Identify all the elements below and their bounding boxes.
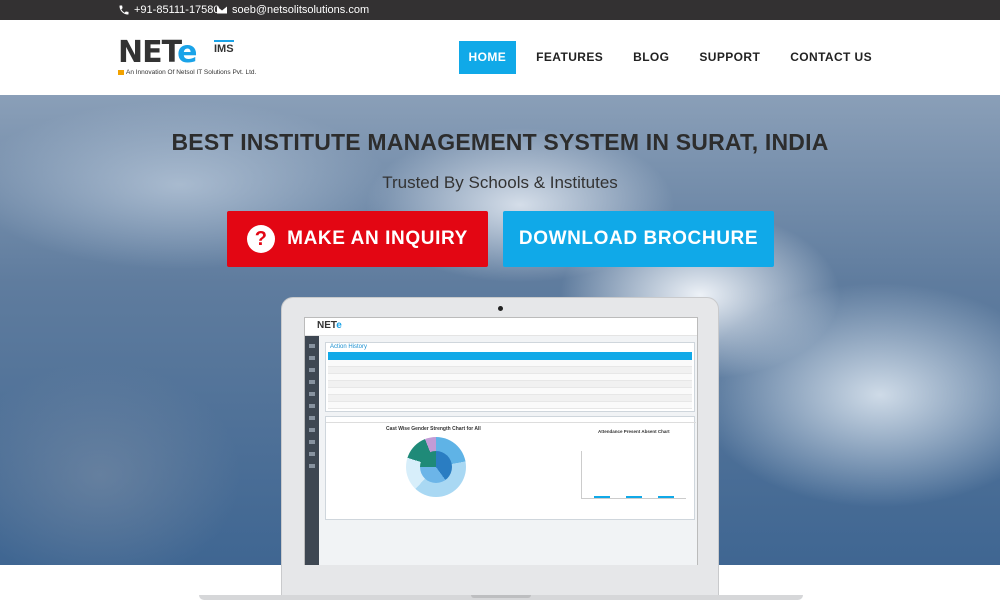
hero-title: BEST INSTITUTE MANAGEMENT SYSTEM IN SURA…	[171, 129, 829, 155]
nav-home[interactable]: HOME	[458, 41, 517, 74]
app-header: NETe	[305, 318, 697, 336]
make-inquiry-button[interactable]: ? MAKE AN INQUIRY	[227, 211, 488, 267]
laptop-bezel-bottom	[281, 565, 719, 595]
question-icon: ?	[247, 225, 276, 253]
laptop-mockup: NETe Action History Cast Wise Gender Str…	[281, 297, 719, 565]
app-logo: NETe	[317, 320, 342, 331]
charts-panel: Cast Wise Gender Strength Chart for All …	[325, 416, 696, 520]
pie-chart-title: Cast Wise Gender Strength Chart for All	[386, 426, 481, 432]
logo-tagline: An Innovation Of Netsol IT Solutions Pvt…	[118, 69, 256, 76]
site-header: NETe IMS An Innovation Of Netsol IT Solu…	[0, 20, 1000, 95]
envelope-icon	[217, 6, 227, 14]
phone-number: +91-85111-17580	[134, 4, 220, 16]
app-sidebar	[305, 336, 319, 565]
hero-section: BEST INSTITUTE MANAGEMENT SYSTEM IN SURA…	[0, 95, 1000, 565]
hero-subtitle: Trusted By Schools & Institutes	[382, 173, 618, 192]
email-address: soeb@netsolitsolutions.com	[232, 4, 370, 16]
phone-icon	[119, 5, 129, 15]
action-history-panel: Action History	[325, 342, 695, 412]
make-inquiry-label: MAKE AN INQUIRY	[287, 228, 468, 249]
laptop-base	[199, 595, 803, 600]
phone-contact[interactable]: +91-85111-17580	[118, 0, 220, 20]
action-history-table	[328, 352, 692, 409]
nav-blog[interactable]: BLOG	[623, 41, 679, 74]
download-brochure-button[interactable]: DOWNLOAD BROCHURE	[503, 211, 774, 267]
logo-ims-text: IMS	[214, 40, 234, 55]
attendance-bar-chart	[581, 451, 686, 499]
logo-mark: NETe	[118, 35, 197, 70]
app-main: Action History Cast Wise Gender Strength…	[319, 336, 697, 565]
gender-pie-inner	[420, 451, 452, 483]
email-contact[interactable]: soeb@netsolitsolutions.com	[216, 0, 369, 20]
top-contact-bar: +91-85111-17580 soeb@netsolitsolutions.c…	[0, 0, 1000, 20]
main-nav: HOME FEATURES BLOG SUPPORT CONTACT US	[449, 41, 882, 74]
nav-features[interactable]: FEATURES	[526, 41, 613, 74]
nav-contact-us[interactable]: CONTACT US	[780, 41, 882, 74]
app-screenshot: NETe Action History Cast Wise Gender Str…	[304, 317, 698, 565]
bar-chart-title: Attendance Present Absent Chart	[598, 429, 670, 434]
nav-support[interactable]: SUPPORT	[689, 41, 770, 74]
webcam-icon	[498, 306, 503, 311]
action-history-title: Action History	[330, 344, 368, 350]
site-logo[interactable]: NETe IMS An Innovation Of Netsol IT Solu…	[118, 38, 258, 78]
